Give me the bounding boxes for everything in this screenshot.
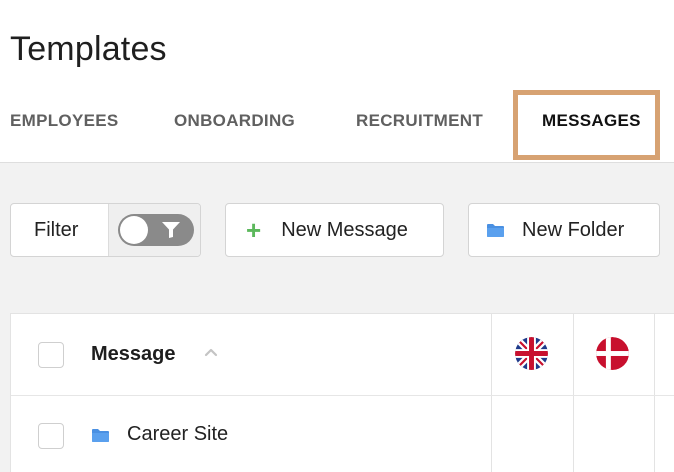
filter-toggle[interactable] [117,214,194,246]
new-folder-label: New Folder [522,218,625,241]
sort-ascending-icon[interactable] [204,348,218,357]
folder-icon [487,223,504,237]
filter-button[interactable]: Filter [10,203,201,257]
active-tab-highlight [513,90,660,160]
folder-icon [92,429,109,442]
new-message-button[interactable]: + New Message [225,203,444,257]
row-checkbox[interactable] [38,423,64,449]
folder-name[interactable]: Career Site [127,423,228,446]
page-header: Templates EMPLOYEES ONBOARDING RECRUITME… [0,0,674,163]
uk-flag-icon[interactable] [515,337,548,370]
table-row[interactable]: Career Site [11,396,674,472]
filter-label: Filter [34,218,79,241]
new-message-label: New Message [281,218,408,241]
tab-onboarding[interactable]: ONBOARDING [174,111,295,131]
plus-icon: + [246,215,262,245]
funnel-icon [161,222,180,238]
messages-table: Message Career Site [10,313,674,472]
select-all-checkbox[interactable] [38,342,64,368]
tab-employees[interactable]: EMPLOYEES [10,111,119,131]
table-header-row: Message [11,314,674,396]
denmark-flag-icon[interactable] [596,337,629,370]
new-folder-button[interactable]: New Folder [468,203,660,257]
tab-recruitment[interactable]: RECRUITMENT [356,111,483,131]
page-title: Templates [10,30,167,68]
column-header-message[interactable]: Message [91,343,176,366]
filter-toggle-area[interactable] [108,204,200,256]
toggle-knob [119,216,148,244]
